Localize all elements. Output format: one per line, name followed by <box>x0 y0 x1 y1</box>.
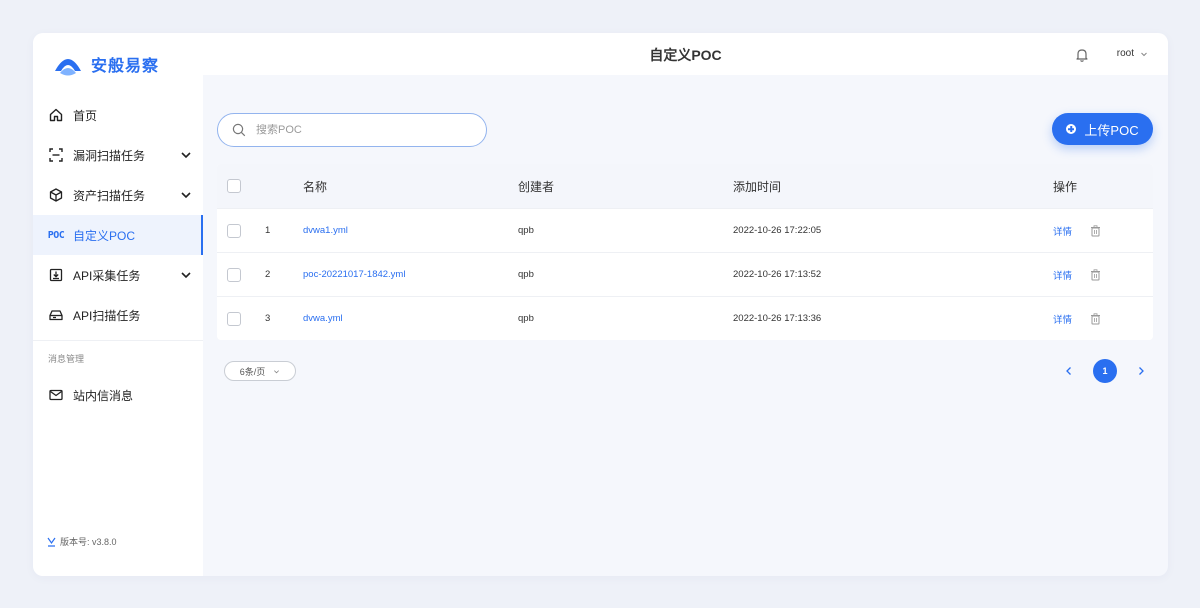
search-input[interactable] <box>256 124 456 136</box>
sidebar: 安般易察 首页 漏洞扫描任务 资产扫描任务 POC 自定义POC API采集任务… <box>33 33 203 576</box>
sidebar-item-label: 站内信消息 <box>73 388 134 403</box>
trash-icon[interactable] <box>1090 268 1101 281</box>
sidebar-item-label: 漏洞扫描任务 <box>73 148 146 163</box>
trash-icon[interactable] <box>1090 224 1101 237</box>
version-icon <box>47 537 56 547</box>
table-row: 1 dvwa1.yml qpb 2022-10-26 17:22:05 详情 <box>217 208 1153 252</box>
user-menu[interactable]: root <box>1117 48 1148 59</box>
page-size-select[interactable]: 6条/页 <box>224 361 296 381</box>
table-header: 名称 创建者 添加时间 操作 <box>217 164 1153 208</box>
prev-page-icon[interactable] <box>1063 365 1075 377</box>
drive-icon <box>48 307 64 323</box>
search-icon <box>232 123 246 137</box>
username: root <box>1116 48 1134 59</box>
chevron-down-icon[interactable] <box>180 189 192 201</box>
row-checkbox[interactable] <box>227 311 241 326</box>
row-time: 2022-10-26 17:22:05 <box>733 225 822 236</box>
details-link[interactable]: 详情 <box>1053 268 1072 282</box>
page-title: 自定义POC <box>649 47 722 63</box>
sidebar-item-vuln-scan[interactable]: 漏洞扫描任务 <box>33 135 203 175</box>
table-row: 3 dvwa.yml qpb 2022-10-26 17:13:36 详情 <box>217 296 1153 340</box>
plus-circle-icon <box>1066 124 1077 134</box>
page-size-value: 6条/页 <box>239 366 266 377</box>
version-text: 版本号: v3.8.0 <box>60 537 117 547</box>
brand-name: 安般易察 <box>91 58 160 75</box>
sidebar-item-asset-scan[interactable]: 资产扫描任务 <box>33 175 203 215</box>
next-page-icon[interactable] <box>1135 365 1147 377</box>
bell-icon[interactable] <box>1074 47 1090 63</box>
row-time: 2022-10-26 17:13:36 <box>733 313 822 324</box>
row-creator: qpb <box>518 225 534 236</box>
sidebar-group-label: 消息管理 <box>48 353 85 364</box>
row-creator: qpb <box>518 313 534 324</box>
app-window: 安般易察 首页 漏洞扫描任务 资产扫描任务 POC 自定义POC API采集任务… <box>33 33 1168 576</box>
sidebar-item-label: API扫描任务 <box>73 308 141 323</box>
poc-name-link[interactable]: poc-20221017-1842.yml <box>303 269 405 280</box>
column-header-time: 添加时间 <box>733 179 782 194</box>
trash-icon[interactable] <box>1090 312 1101 325</box>
search-box <box>217 113 487 147</box>
box-icon <box>48 187 64 203</box>
sidebar-item-api-collect[interactable]: API采集任务 <box>33 255 203 295</box>
poc-table: 名称 创建者 添加时间 操作 1 dvwa1.yml qpb 2022-10-2… <box>217 164 1153 340</box>
download-icon <box>48 267 64 283</box>
row-time: 2022-10-26 17:13:52 <box>733 269 822 280</box>
logo[interactable]: 安般易察 <box>53 48 159 80</box>
row-checkbox[interactable] <box>227 267 241 282</box>
row-index: 2 <box>265 269 271 280</box>
top-bar: 自定义POC root <box>203 33 1168 75</box>
row-creator: qpb <box>518 269 534 280</box>
chevron-down-icon[interactable] <box>180 149 192 161</box>
logo-icon <box>55 59 81 76</box>
details-link[interactable]: 详情 <box>1053 312 1072 326</box>
upload-button-label: 上传POC <box>1084 122 1139 138</box>
chevron-down-icon <box>274 369 280 373</box>
sidebar-item-label: API采集任务 <box>73 268 141 283</box>
poc-name-link[interactable]: dvwa.yml <box>303 313 343 324</box>
upload-poc-button[interactable]: 上传POC <box>1052 113 1153 145</box>
details-link[interactable]: 详情 <box>1053 224 1072 238</box>
sidebar-item-label: 资产扫描任务 <box>73 188 146 203</box>
row-checkbox[interactable] <box>227 223 241 238</box>
mail-icon <box>48 387 64 403</box>
sidebar-item-label: 首页 <box>73 108 98 123</box>
home-icon <box>48 107 64 123</box>
poc-icon: POC <box>47 229 65 241</box>
sidebar-item-home[interactable]: 首页 <box>33 95 203 135</box>
select-all-checkbox[interactable] <box>227 179 241 193</box>
sidebar-nav: 首页 漏洞扫描任务 资产扫描任务 POC 自定义POC API采集任务 API扫… <box>33 95 203 415</box>
row-index: 3 <box>265 313 271 324</box>
column-header-creator: 创建者 <box>518 179 555 194</box>
sidebar-item-custom-poc[interactable]: POC 自定义POC <box>33 215 203 255</box>
sidebar-item-messages[interactable]: 站内信消息 <box>33 375 203 415</box>
column-header-name: 名称 <box>303 179 328 194</box>
version-info: 版本号: v3.8.0 <box>47 535 117 548</box>
sidebar-item-label: 自定义POC <box>73 228 136 243</box>
chevron-down-icon <box>1141 52 1147 56</box>
scan-icon <box>48 147 64 163</box>
pagination: 1 <box>1063 359 1147 383</box>
column-header-actions: 操作 <box>1053 179 1078 194</box>
table-row: 2 poc-20221017-1842.yml qpb 2022-10-26 1… <box>217 252 1153 296</box>
page-button-current[interactable]: 1 <box>1093 359 1117 383</box>
poc-name-link[interactable]: dvwa1.yml <box>303 225 348 236</box>
sidebar-item-api-scan[interactable]: API扫描任务 <box>33 295 203 335</box>
chevron-down-icon[interactable] <box>180 269 192 281</box>
row-index: 1 <box>265 225 271 236</box>
